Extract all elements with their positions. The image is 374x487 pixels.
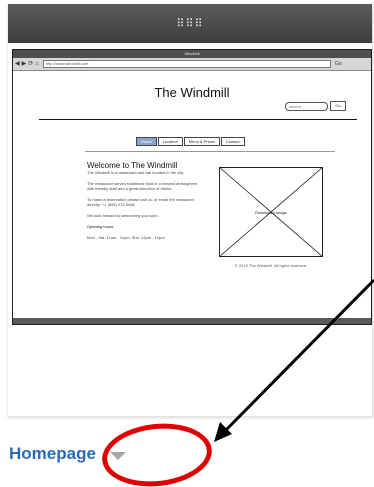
page-picker: ⠿⠿⠿ Windmill ◀ ▶ ⟳ ⌂ http://www.windmill… [0, 0, 374, 487]
arrow-annotation [214, 278, 374, 442]
